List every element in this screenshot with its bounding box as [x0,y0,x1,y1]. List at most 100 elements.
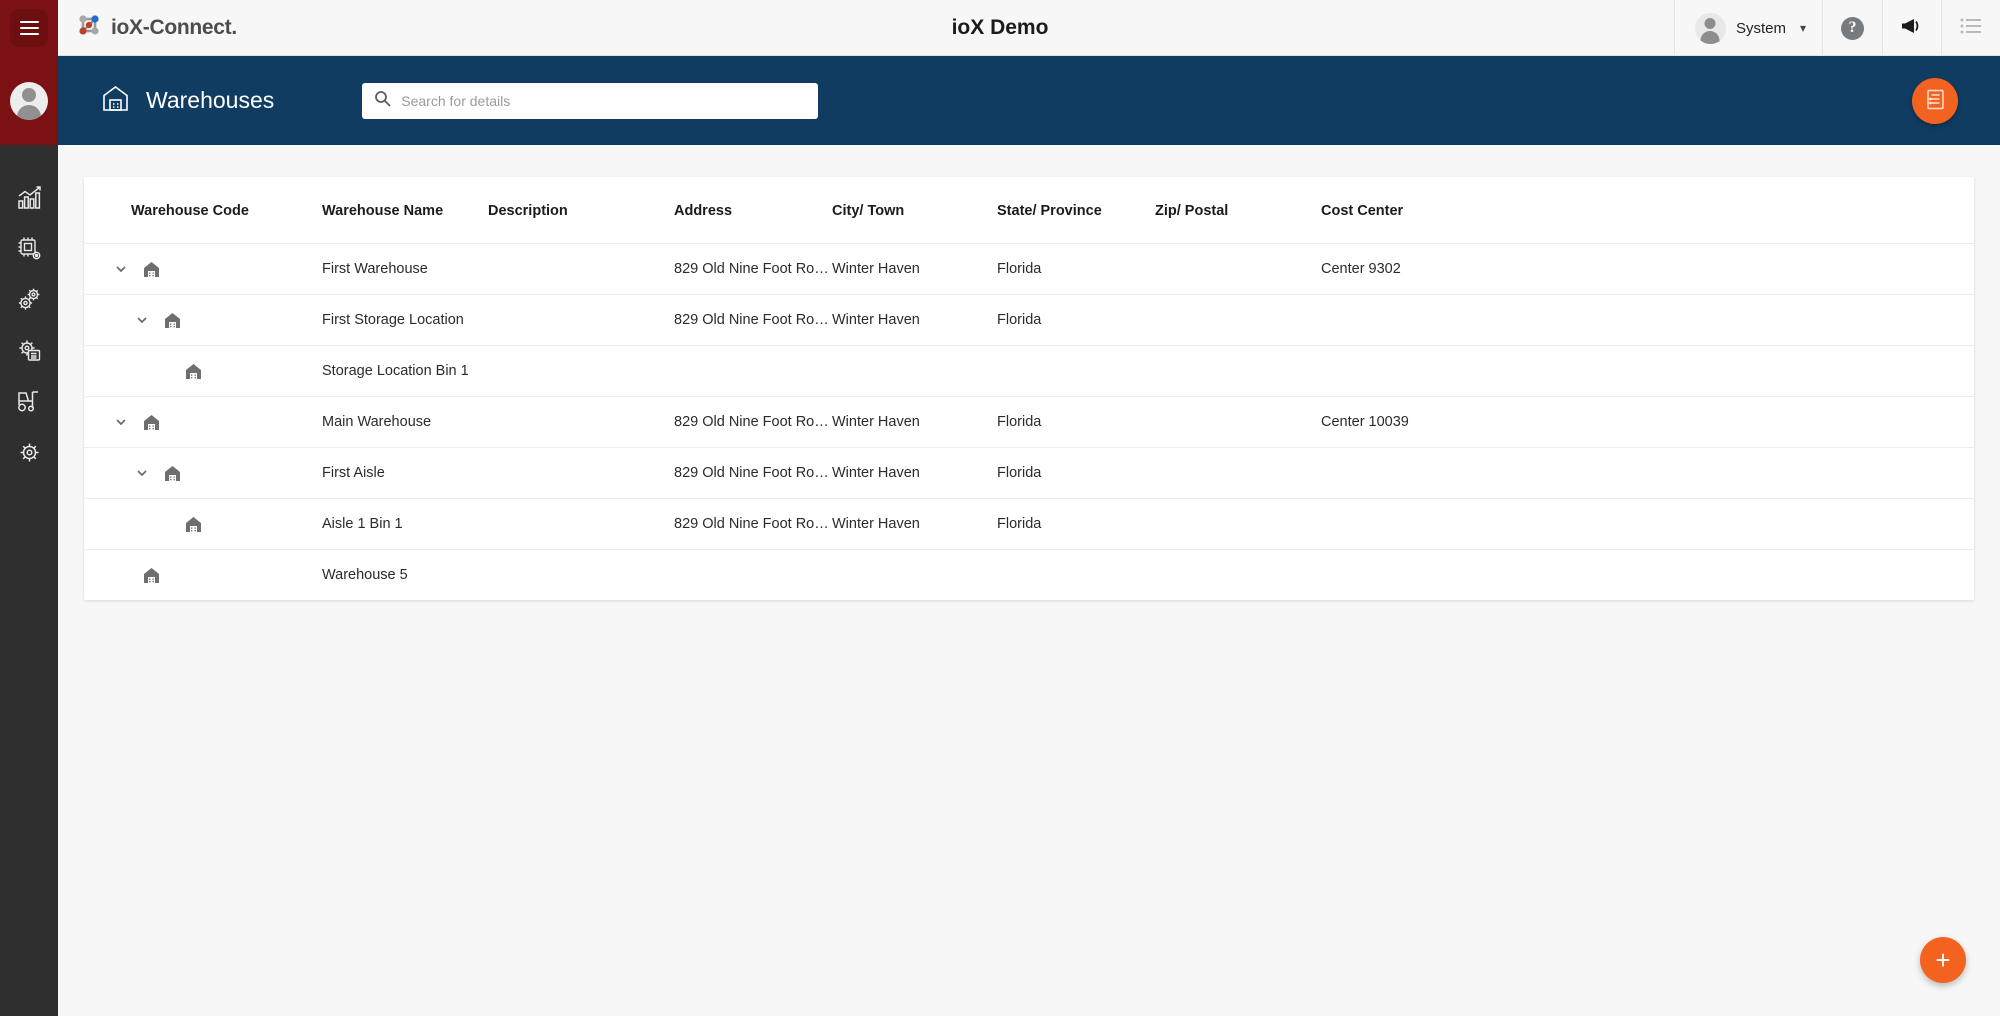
cell-zip-postal [1155,345,1321,397]
chevron-down-icon[interactable] [129,313,155,327]
table-row[interactable]: Main Warehouse 829 Old Nine Foot Roa... Wi… [84,396,1974,448]
analytics-bar-chart-icon [16,184,43,216]
column-header-description[interactable]: Description [488,177,674,244]
cell-address: 829 Old Nine Foot Roa... [674,396,832,448]
cell-state-province [997,550,1155,601]
column-header-city-town[interactable]: City/ Town [832,177,997,244]
chevron-down-icon[interactable] [108,415,134,429]
cell-spacer [1521,396,1974,448]
warehouses-table: Warehouse Code Warehouse Name Descriptio… [84,177,1974,600]
table-header-row: Warehouse Code Warehouse Name Descriptio… [84,177,1974,244]
sidebar-user-section[interactable] [0,56,58,145]
warehouse-icon [176,362,210,381]
hamburger-icon[interactable] [10,8,48,47]
list-menu-icon [1960,17,1982,40]
chevron-down-icon: ▾ [1799,21,1806,35]
brand-name: ioX-Connect. [111,15,237,39]
brand: ioX-Connect. [76,12,237,43]
cell-zip-postal [1155,447,1321,499]
cell-spacer [1521,345,1974,397]
column-header-state-province[interactable]: State/ Province [997,177,1155,244]
column-header-warehouse-name[interactable]: Warehouse Name [322,177,488,244]
main-content: Warehouse Code Warehouse Name Descriptio… [58,145,2000,1016]
add-warehouse-button[interactable]: + [1920,937,1966,983]
cell-description [488,498,674,550]
cell-warehouse-code [84,498,322,550]
plus-icon: + [1935,945,1951,975]
user-menu[interactable]: System ▾ [1673,0,1822,56]
cell-description [488,396,674,448]
cell-warehouse-name: First Aisle [322,447,488,499]
cell-zip-postal [1155,550,1321,601]
user-avatar-icon [10,81,48,120]
sidebar-nav [0,145,58,472]
cell-cost-center [1321,345,1521,397]
column-header-spacer [1521,177,1974,244]
cell-city-town: Winter Haven [832,498,997,550]
user-avatar-icon [1694,12,1726,44]
cell-city-town: Winter Haven [832,294,997,346]
announcements-button[interactable] [1882,0,1941,56]
sidebar-item-configuration[interactable] [0,336,58,370]
table-row[interactable]: Aisle 1 Bin 1 829 Old Nine Foot Roa... Win… [84,498,1974,550]
sidebar-item-analytics[interactable] [0,183,58,217]
table-row[interactable]: First Warehouse 829 Old Nine Foot Roa... W… [84,243,1974,295]
page-sub-header: Warehouses [58,56,2000,145]
cell-zip-postal [1155,243,1321,295]
cell-warehouse-name: First Storage Location [322,294,488,346]
cell-city-town [832,550,997,601]
cell-city-town [832,345,997,397]
column-header-address[interactable]: Address [674,177,832,244]
column-header-warehouse-code[interactable]: Warehouse Code [84,177,322,244]
sidebar-item-warehouse[interactable] [0,387,58,421]
chevron-down-icon[interactable] [108,262,134,276]
table-row[interactable]: First Aisle 829 Old Nine Foot Roa... Winte… [84,447,1974,499]
table-header: Warehouse Code Warehouse Name Descriptio… [84,177,1974,244]
warehouses-table-card: Warehouse Code Warehouse Name Descriptio… [84,177,1974,600]
cell-address [674,550,832,601]
list-menu-button[interactable] [1941,0,2000,56]
sidebar-item-settings[interactable] [0,438,58,472]
cell-spacer [1521,243,1974,295]
sidebar-item-devices[interactable] [0,234,58,268]
cell-warehouse-code [84,396,322,448]
cell-spacer [1521,447,1974,499]
column-header-cost-center[interactable]: Cost Center [1321,177,1521,244]
help-button[interactable]: ? [1822,0,1882,56]
warehouse-icon [155,464,189,483]
page-heading: Warehouses [100,83,274,119]
cell-zip-postal [1155,498,1321,550]
cell-warehouse-code [84,447,322,499]
cell-address [674,345,832,397]
table-row[interactable]: Storage Location Bin 1 [84,345,1974,397]
forklift-icon [15,388,43,420]
search-container[interactable] [362,82,819,119]
cell-description [488,550,674,601]
cell-state-province [997,345,1155,397]
sidebar-item-operations[interactable] [0,285,58,319]
cell-spacer [1521,498,1974,550]
gear-panel-icon [16,337,43,369]
warehouse-icon [134,566,168,585]
search-input[interactable] [401,92,807,109]
cell-address: 829 Old Nine Foot Roa... [674,498,832,550]
page-title-text: Warehouses [146,87,275,113]
table-body: First Warehouse 829 Old Nine Foot Roa... W… [84,243,1974,601]
top-app-bar: ioX-Connect. ioX Demo System ▾ ? [0,0,2000,56]
report-button[interactable] [1912,78,1958,124]
cell-warehouse-name: Storage Location Bin 1 [322,345,488,397]
user-name: System [1735,19,1786,37]
search-icon [374,90,391,112]
table-row[interactable]: First Storage Location 829 Old Nine Foot … [84,294,1974,346]
warehouse-icon [155,311,189,330]
device-chip-icon [16,235,43,267]
left-sidebar [0,56,58,1016]
help-circle-icon: ? [1841,16,1864,40]
column-header-zip-postal[interactable]: Zip/ Postal [1155,177,1321,244]
cell-description [488,345,674,397]
chevron-down-icon[interactable] [129,466,155,480]
cell-cost-center [1321,498,1521,550]
cell-state-province: Florida [997,498,1155,550]
megaphone-icon [1901,16,1923,41]
table-row[interactable]: Warehouse 5 [84,550,1974,601]
